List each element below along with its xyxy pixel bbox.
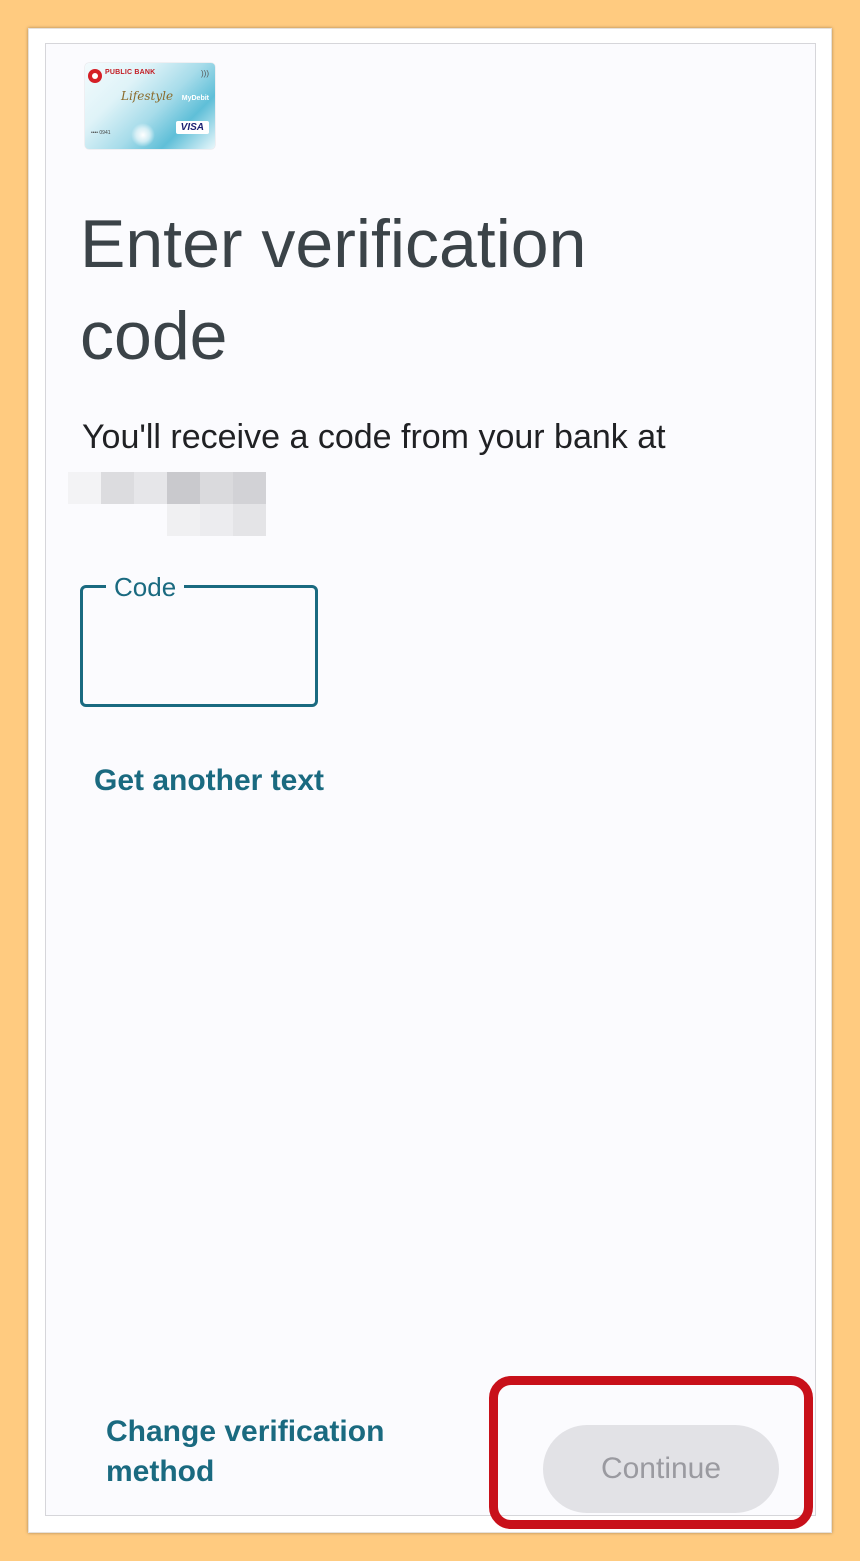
card-bank-name: PUBLIC BANK (105, 69, 156, 76)
code-input[interactable] (80, 585, 318, 707)
contactless-icon: ))) (201, 69, 209, 78)
change-verification-method-link[interactable]: Change verification method (106, 1412, 426, 1492)
card-number-tail: •••• 0941 (91, 130, 111, 136)
bank-card-image: PUBLIC BANK ))) Lifestyle MyDebit •••• 0… (85, 63, 215, 149)
page-subtitle: You'll receive a code from your bank at (82, 418, 666, 456)
masked-phone-number (68, 472, 268, 536)
card-network-label: MyDebit (181, 95, 209, 102)
card-decoration (131, 123, 155, 147)
page-title: Enter verification code (80, 206, 587, 374)
bank-logo-icon (88, 69, 102, 83)
visa-logo: VISA (175, 121, 209, 134)
code-input-label: Code (106, 572, 185, 603)
highlight-annotation (489, 1376, 813, 1529)
get-another-text-link[interactable]: Get another text (94, 764, 324, 798)
card-product-name: Lifestyle (121, 89, 174, 103)
